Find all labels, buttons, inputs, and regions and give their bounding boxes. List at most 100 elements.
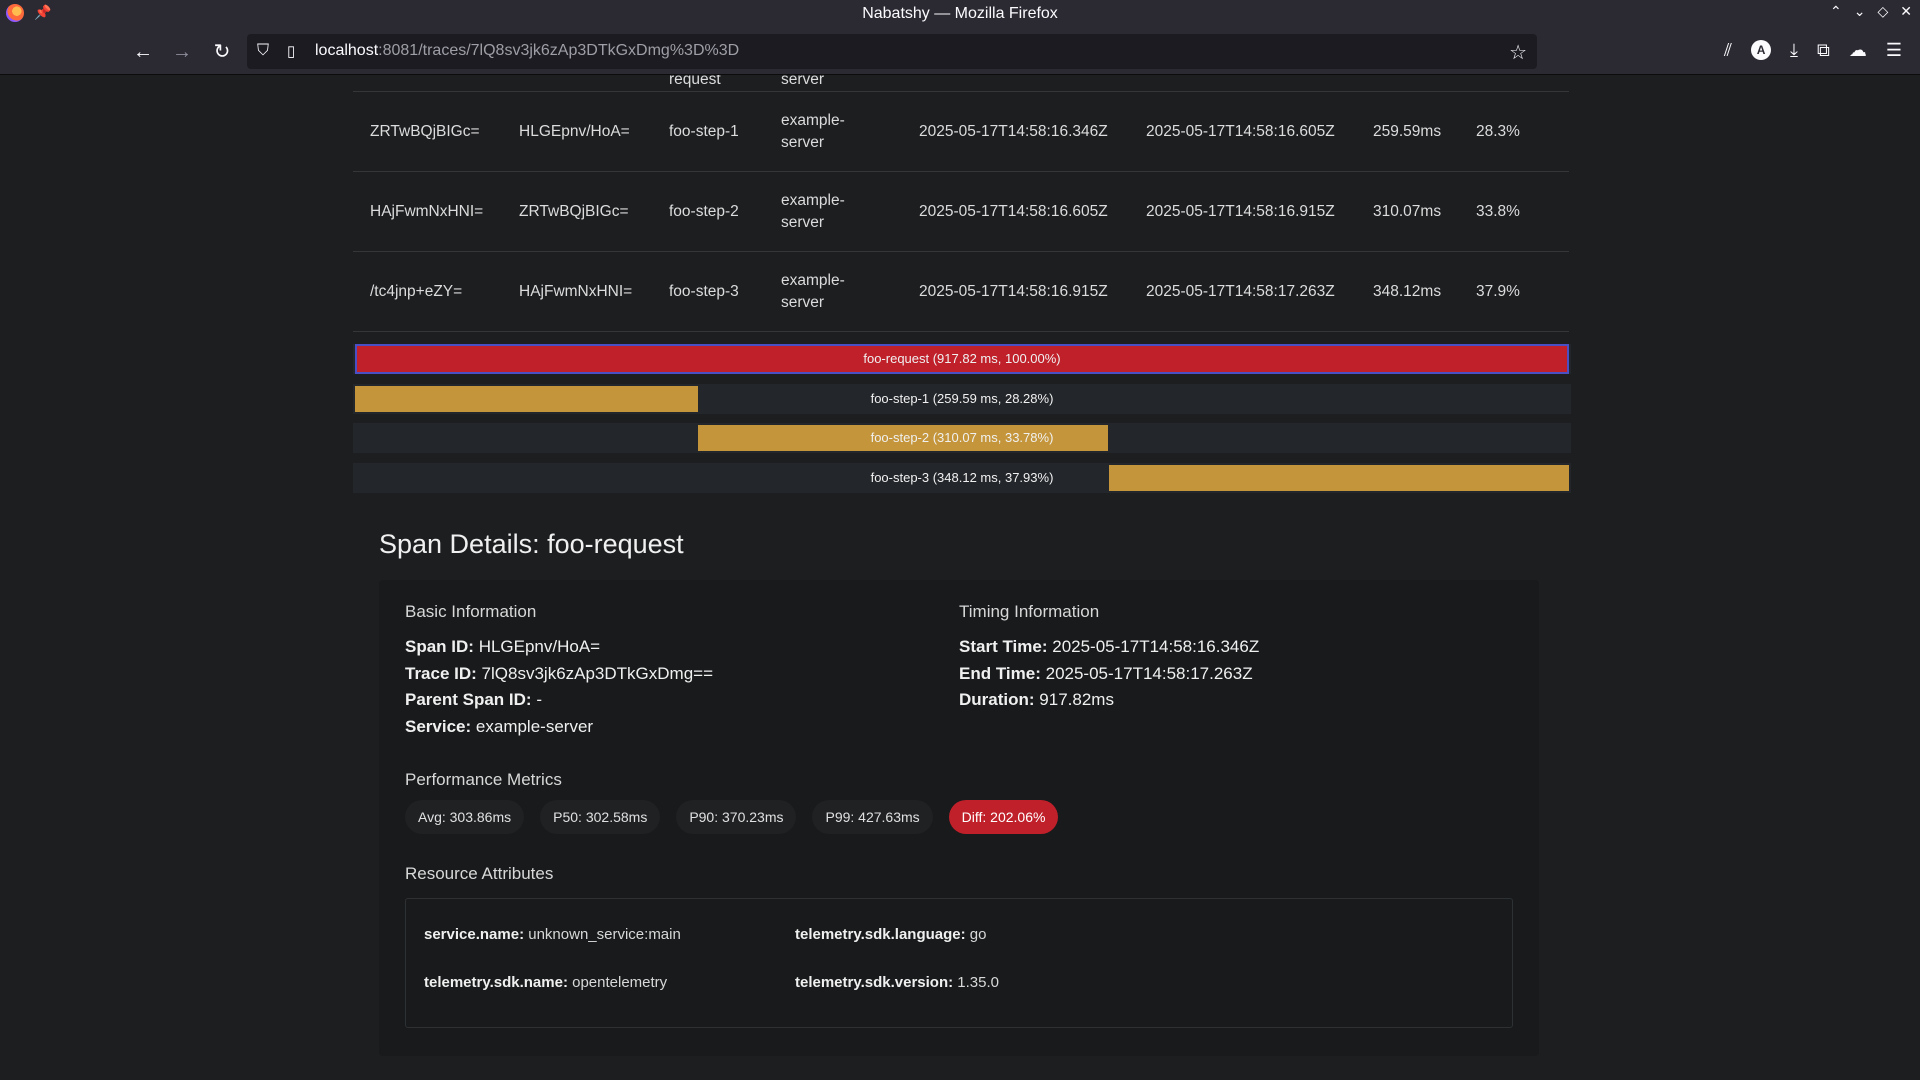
end-time-field: End Time: 2025-05-17T14:58:17.263Z (959, 661, 1513, 688)
span-bar-label: foo-step-2 (310.07 ms, 33.78%) (870, 430, 1054, 445)
url-path: :8081/traces/7lQ8sv3jk6zAp3DTkGxDmg%3D%3… (378, 42, 740, 59)
start-time-cell: 2025-05-17T14:58:16.346Z (919, 122, 1108, 140)
table-row[interactable]: HAjFwmNxHNI= ZRTwBQjBIGc= foo-step-2 exampl… (353, 172, 1569, 252)
waterfall-row[interactable]: foo-step-2 (310.07 ms, 33.78%) (353, 423, 1571, 453)
chevron-down-icon[interactable]: ⌄ (1854, 3, 1866, 20)
span-bar-label: foo-step-1 (259.59 ms, 28.28%) (870, 390, 1054, 406)
span-id-cell: HAjFwmNxHNI= (370, 202, 484, 220)
attr-label: service.name: (424, 926, 525, 943)
span-id-label: Span ID: (405, 637, 474, 656)
attr-sdk-version: telemetry.sdk.version: 1.35.0 (795, 959, 1166, 1007)
span-bar-label: foo-step-3 (348.12 ms, 37.93%) (870, 469, 1054, 485)
start-time-cell: 2025-05-17T14:58:16.605Z (919, 202, 1108, 220)
perf-metrics: Avg: 303.86ms P50: 302.58ms P90: 370.23m… (405, 800, 1513, 834)
span-id-cell: ZRTwBQjBIGc= (370, 122, 480, 140)
parent-id-label: Parent Span ID: (405, 690, 532, 709)
attr-sdk-language: telemetry.sdk.language: go (795, 911, 1166, 959)
account-icon[interactable]: A (1751, 40, 1772, 60)
table-row: request server (353, 75, 1569, 92)
parent-span-id-cell: HAjFwmNxHNI= (519, 282, 633, 300)
span-bar-label: foo-request (917.82 ms, 100.00%) (863, 351, 1061, 366)
resource-attributes: service.name: unknown_service:main telem… (405, 898, 1513, 1028)
library-icon[interactable]: ⫽ (1724, 40, 1732, 61)
window-titlebar: 📌 Nabatshy — Mozilla Firefox ⌃ ⌄ ◇ ✕ (0, 0, 1920, 29)
percent-cell: 33.8% (1476, 202, 1520, 220)
parent-span-id-cell: HLGEpnv/HoA= (519, 122, 630, 140)
p99-metric-badge: P99: 427.63ms (812, 800, 933, 834)
trace-id-value: 7lQ8sv3jk6zAp3DTkGxDmg== (481, 663, 714, 683)
attr-value: opentelemetry (572, 974, 668, 991)
attr-label: telemetry.sdk.version: (795, 974, 954, 991)
details-card: Basic Information Span ID: HLGEpnv/HoA= … (379, 580, 1539, 1056)
diff-metric-badge: Diff: 202.06% (948, 800, 1059, 834)
attr-label: telemetry.sdk.name: (424, 974, 568, 991)
back-arrow-icon[interactable]: ← (130, 39, 156, 65)
attr-value: go (969, 926, 987, 943)
service-field: Service: example-server (405, 714, 959, 741)
duration-field: Duration: 917.82ms (959, 687, 1513, 714)
span-name-cell: foo-step-3 (669, 282, 739, 300)
attr-service-name: service.name: unknown_service:main (424, 911, 795, 959)
attr-sdk-name: telemetry.sdk.name: opentelemetry (424, 959, 795, 1007)
menu-icon[interactable]: ☰ (1886, 40, 1902, 61)
perf-metrics-title: Performance Metrics (405, 770, 562, 789)
p90-metric-badge: P90: 370.23ms (676, 800, 797, 834)
timing-info: Timing Information Start Time: 2025-05-1… (959, 602, 1513, 740)
parent-id-value: - (536, 690, 542, 709)
duration-cell: 259.59ms (1373, 122, 1442, 140)
start-time-label: Start Time: (959, 637, 1048, 656)
end-time-cell: 2025-05-17T14:58:16.915Z (1146, 202, 1335, 220)
trace-id-label: Trace ID: (405, 663, 477, 683)
p50-metric-badge: P50: 302.58ms (540, 800, 661, 834)
download-icon[interactable]: ⤓ (1790, 40, 1798, 61)
url-text[interactable]: localhost:8081/traces/7lQ8sv3jk6zAp3DTkG… (315, 42, 739, 60)
end-time-label: End Time: (959, 663, 1041, 683)
attr-value: unknown_service:main (528, 926, 681, 943)
parent-id-field: Parent Span ID: - (405, 687, 959, 714)
table-row[interactable]: /tc4jnp+eZY= HAjFwmNxHNI= foo-step-3 exampl… (353, 252, 1569, 332)
end-time-cell: 2025-05-17T14:58:17.263Z (1146, 282, 1335, 300)
span-id-field: Span ID: HLGEpnv/HoA= (405, 634, 959, 661)
window-title: Nabatshy — Mozilla Firefox (862, 5, 1058, 22)
span-service-cell: example-server (781, 191, 845, 231)
attr-value: 1.35.0 (957, 974, 1000, 991)
duration-cell: 348.12ms (1373, 282, 1442, 300)
span-service-cell: example-server (781, 111, 845, 151)
waterfall-row[interactable]: foo-request (917.82 ms, 100.00%) (353, 344, 1571, 374)
table-row[interactable]: ZRTwBQjBIGc= HLGEpnv/HoA= foo-step-1 exampl… (353, 92, 1569, 172)
percent-cell: 28.3% (1476, 122, 1520, 140)
basic-info: Basic Information Span ID: HLGEpnv/HoA= … (405, 602, 959, 740)
duration-value: 917.82ms (1039, 690, 1114, 709)
waterfall-chart: foo-request (917.82 ms, 100.00%) foo-step… (353, 344, 1571, 502)
cloud-icon[interactable]: ☁ (1849, 40, 1867, 61)
service-label: Service: (405, 716, 472, 736)
forward-arrow-icon[interactable]: → (169, 39, 195, 65)
waterfall-row[interactable]: foo-step-1 (259.59 ms, 28.28%) (353, 383, 1571, 414)
bookmark-star-icon[interactable]: ☆ (1509, 40, 1527, 65)
span-id-value: HLGEpnv/HoA= (478, 637, 601, 656)
span-service: server (781, 75, 825, 88)
chevron-up-icon[interactable]: ⌃ (1830, 3, 1842, 20)
reload-icon[interactable]: ↻ (209, 39, 235, 65)
service-value: example-server (475, 716, 594, 736)
resource-attributes-title: Resource Attributes (405, 864, 554, 883)
url-host: localhost (315, 42, 379, 59)
page-content: request server ZRTwBQjBIGc= HLGEpnv/HoA= f… (0, 75, 1920, 1080)
close-icon[interactable]: ✕ (1900, 3, 1912, 20)
end-time-value: 2025-05-17T14:58:17.263Z (1045, 663, 1253, 683)
diamond-icon[interactable]: ◇ (1877, 3, 1888, 20)
page-info-icon[interactable]: ▯ (287, 42, 295, 60)
span-id-cell: /tc4jnp+eZY= (370, 282, 463, 300)
span-name: request (669, 75, 721, 88)
url-bar[interactable]: ⛉ ▯ localhost:8081/traces/7lQ8sv3jk6zAp3… (247, 34, 1537, 69)
start-time-cell: 2025-05-17T14:58:16.915Z (919, 282, 1108, 300)
details-heading: Span Details: foo-request (379, 529, 684, 559)
start-time-field: Start Time: 2025-05-17T14:58:16.346Z (959, 634, 1513, 661)
percent-cell: 37.9% (1476, 282, 1520, 300)
shield-icon[interactable]: ⛉ (257, 42, 269, 60)
waterfall-row[interactable]: foo-step-3 (348.12 ms, 37.93%) (353, 462, 1571, 493)
span-name-cell: foo-step-2 (669, 202, 739, 220)
attr-label: telemetry.sdk.language: (795, 926, 966, 943)
span-details: Span Details: foo-request Basic Informat… (379, 529, 1539, 1056)
extensions-icon[interactable]: ⧉ (1817, 40, 1830, 61)
